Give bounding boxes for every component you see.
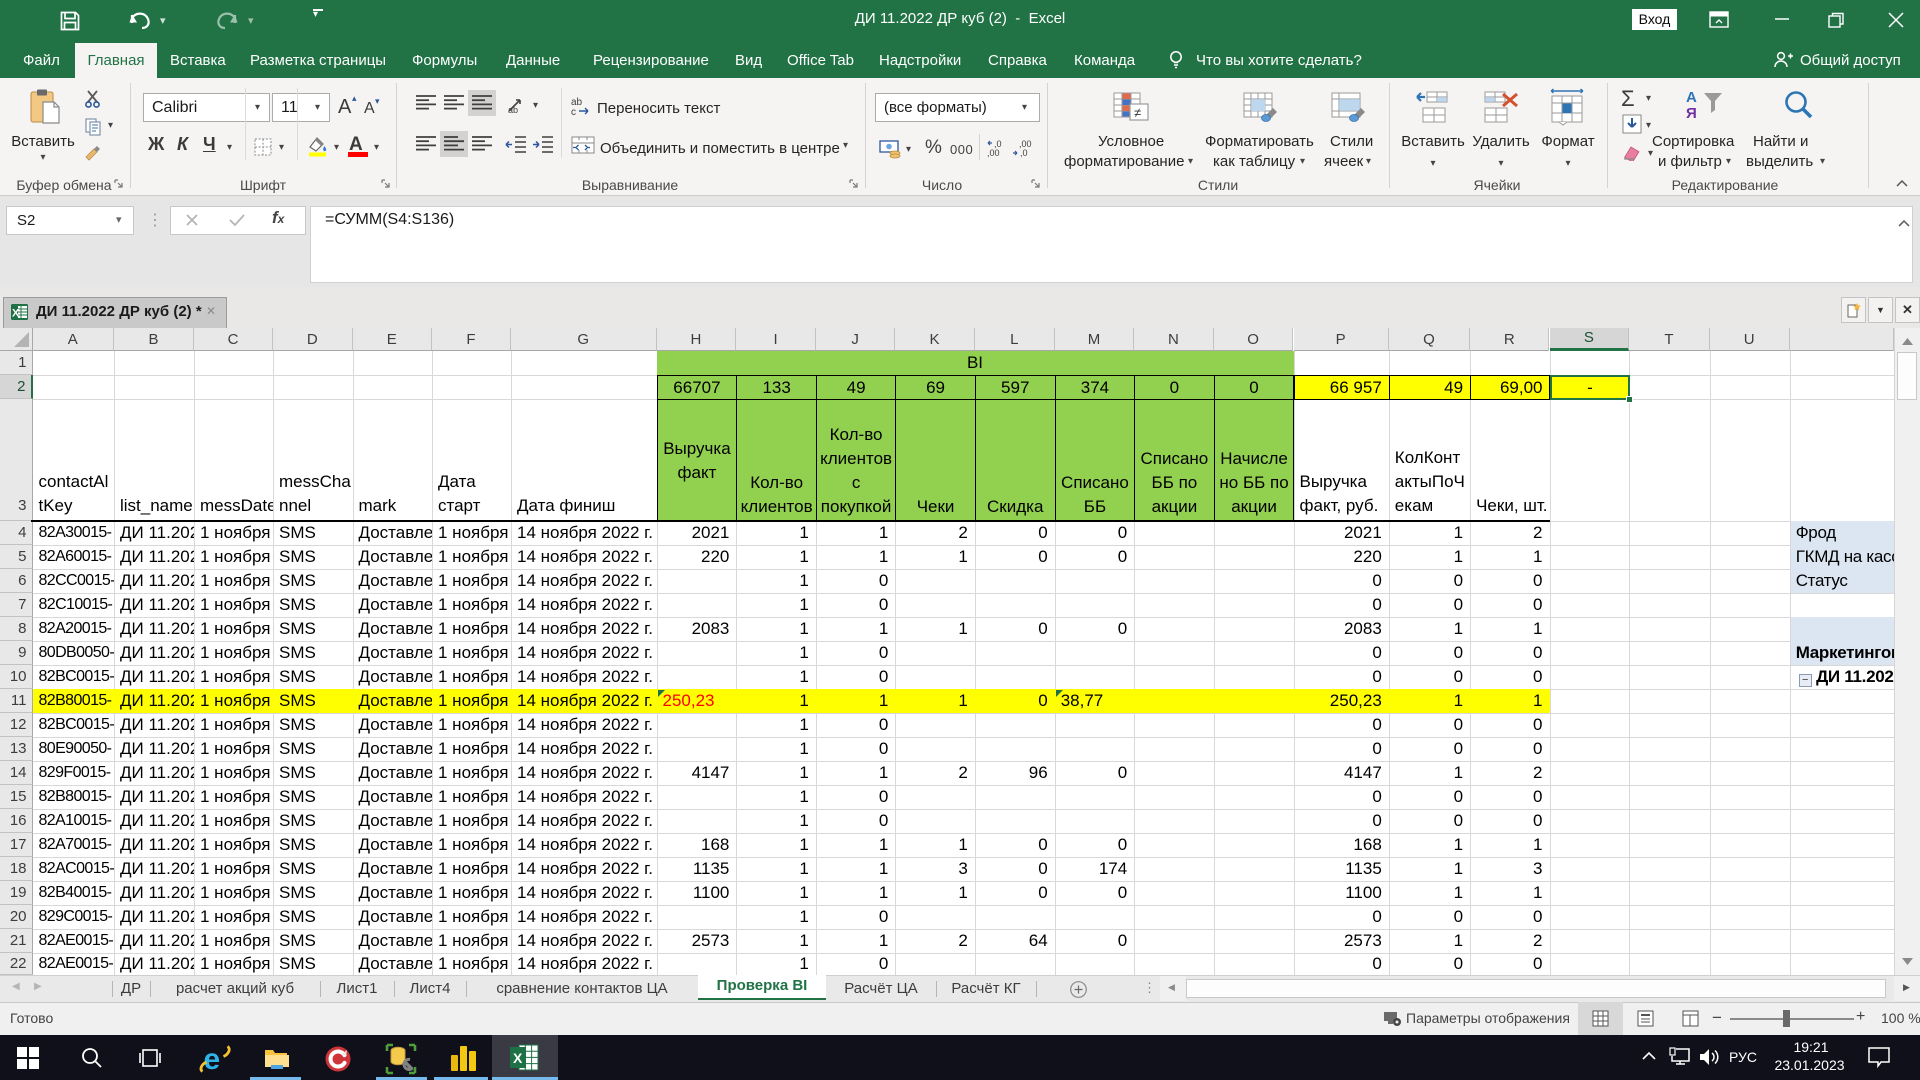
svg-text:c: c — [571, 107, 576, 116]
svg-text:Я: Я — [1686, 105, 1697, 122]
svg-text:,0: ,0 — [1020, 148, 1028, 158]
svg-text:А: А — [1686, 89, 1697, 106]
svg-text:X: X — [513, 1050, 523, 1066]
svg-text:≠: ≠ — [1134, 105, 1141, 120]
svg-text:X: X — [12, 308, 20, 320]
svg-text:,00: ,00 — [987, 148, 1000, 158]
svg-text:e: e — [204, 1043, 221, 1076]
svg-text:ab: ab — [508, 105, 518, 115]
